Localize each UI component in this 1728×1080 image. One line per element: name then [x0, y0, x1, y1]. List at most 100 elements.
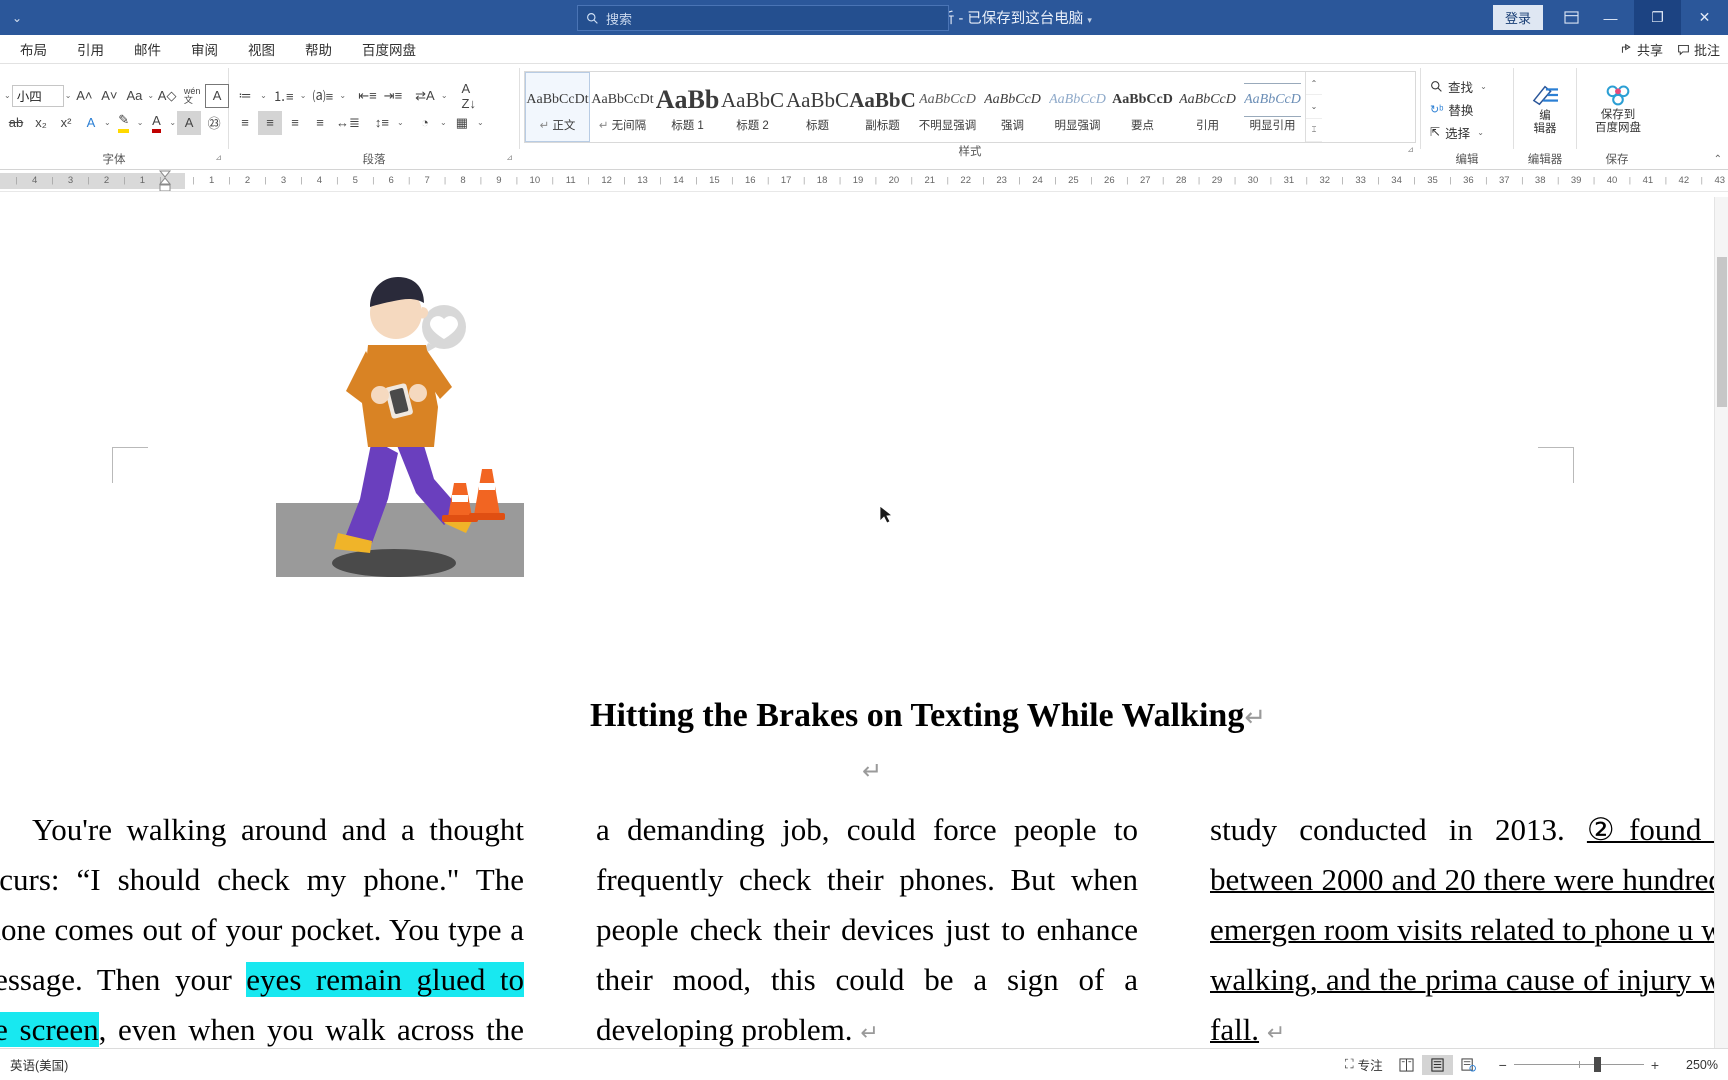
- font-color-caret-icon[interactable]: ⌄: [169, 118, 176, 127]
- paragraph[interactable]: a demanding job, could force people to f…: [596, 805, 1138, 1048]
- zoom-level-value[interactable]: 250%: [1674, 1058, 1718, 1072]
- line-spacing-caret-icon[interactable]: ⌄: [395, 118, 406, 127]
- change-case-caret-icon[interactable]: ⌄: [147, 91, 154, 100]
- tab-view[interactable]: 视图: [234, 35, 289, 63]
- character-shading-icon[interactable]: A: [177, 110, 202, 135]
- style-item-title[interactable]: AaBbC 标题: [785, 72, 850, 142]
- styles-scroll-up-icon[interactable]: ⌃: [1306, 72, 1322, 96]
- document-title[interactable]: Hitting the Brakes on Texting While Walk…: [590, 697, 1410, 735]
- font-size-caret-icon[interactable]: ⌄: [65, 91, 72, 100]
- font-color-icon[interactable]: A: [144, 111, 168, 135]
- indent-markers[interactable]: [157, 170, 173, 191]
- tab-references[interactable]: 引用: [63, 35, 118, 63]
- font-size-box[interactable]: 小四: [11, 84, 64, 107]
- close-button[interactable]: ✕: [1681, 0, 1728, 35]
- sort-icon[interactable]: A Z↓: [457, 81, 481, 111]
- enclose-characters-icon[interactable]: ㉓: [202, 111, 226, 135]
- text-column-3[interactable]: study conducted in 2013. ②found that bet…: [1210, 805, 1728, 1048]
- tab-mailings[interactable]: 邮件: [120, 35, 175, 63]
- shading-caret-icon[interactable]: ⌄: [438, 118, 449, 127]
- zoom-slider-thumb[interactable]: [1594, 1057, 1602, 1072]
- text-effects-icon[interactable]: A: [79, 111, 103, 135]
- styles-gallery-scrollbar[interactable]: ⌃ ⌄ ⌶: [1305, 72, 1322, 142]
- find-caret-icon[interactable]: ⌄: [1478, 82, 1489, 91]
- read-mode-button[interactable]: [1391, 1055, 1422, 1075]
- font-name-caret-icon[interactable]: ⌄: [4, 91, 11, 100]
- numbering-caret-icon[interactable]: ⌄: [298, 91, 309, 100]
- distributed-icon[interactable]: ↔≣: [333, 111, 363, 135]
- document-canvas[interactable]: Hitting the Brakes on Texting While Walk…: [0, 197, 1728, 1048]
- style-item-normal[interactable]: AaBbCcDt ↵ 正文: [525, 72, 590, 142]
- subscript-icon[interactable]: x₂: [29, 111, 53, 135]
- font-dialog-launcher-icon[interactable]: ⊿: [215, 149, 222, 167]
- restore-button[interactable]: ❐: [1634, 0, 1681, 35]
- style-item-intense-quote[interactable]: AaBbCcD 明显引用: [1240, 72, 1305, 142]
- vertical-scrollbar[interactable]: [1714, 197, 1728, 1048]
- style-item-strong[interactable]: AaBbCcD 要点: [1110, 72, 1175, 142]
- decrease-indent-icon[interactable]: ⇤≡: [355, 84, 379, 108]
- tab-help[interactable]: 帮助: [291, 35, 346, 63]
- tab-layout[interactable]: 布局: [6, 35, 61, 63]
- change-case-icon[interactable]: Aa: [122, 84, 146, 108]
- grow-font-icon[interactable]: A˄: [72, 84, 96, 108]
- increase-indent-icon[interactable]: ⇥≡: [381, 84, 405, 108]
- styles-dialog-launcher-icon[interactable]: ⊿: [1407, 141, 1414, 159]
- zoom-slider[interactable]: − +: [1492, 1057, 1666, 1073]
- bullets-caret-icon[interactable]: ⌄: [258, 91, 269, 100]
- phonetic-guide-icon[interactable]: wén 文: [180, 84, 204, 108]
- multilevel-list-icon[interactable]: ⒜≡: [310, 84, 337, 108]
- replace-button[interactable]: ↻ᵇ 替换: [1427, 99, 1509, 120]
- zoom-slider-track[interactable]: [1513, 1057, 1644, 1072]
- shading-icon[interactable]: ◔: [413, 111, 437, 135]
- highlight-caret-icon[interactable]: ⌄: [137, 118, 144, 127]
- quick-access-toolbar-icon[interactable]: ⌄: [0, 11, 34, 25]
- bullets-icon[interactable]: ≔: [233, 84, 257, 108]
- save-to-baidu-netdisk-button[interactable]: 保存到 百度网盘: [1581, 78, 1655, 140]
- style-item-heading-1[interactable]: AaBb 标题 1: [655, 72, 720, 142]
- asian-layout-icon[interactable]: ⇄A: [412, 84, 438, 108]
- align-right-icon[interactable]: ≡: [283, 111, 307, 135]
- style-item-subtitle[interactable]: AaBbC 副标题: [849, 72, 916, 142]
- style-item-no-spacing[interactable]: AaBbCcDt ↵ 无间隔: [590, 72, 655, 142]
- vertical-scrollbar-thumb[interactable]: [1717, 257, 1727, 407]
- document-page[interactable]: Hitting the Brakes on Texting While Walk…: [0, 197, 1728, 1048]
- text-column-2[interactable]: a demanding job, could force people to f…: [596, 805, 1138, 1048]
- collapse-ribbon-icon[interactable]: ⌃: [1714, 154, 1722, 165]
- paragraph[interactable]: study conducted in 2013. ②found that bet…: [1210, 805, 1728, 1048]
- minimize-button[interactable]: —: [1587, 0, 1634, 35]
- text-column-1[interactable]: You're walking around and a thought occu…: [0, 805, 524, 1048]
- style-item-emphasis[interactable]: AaBbCcD 强调: [980, 72, 1045, 142]
- find-button[interactable]: 查找 ⌄: [1427, 76, 1509, 97]
- character-border-icon[interactable]: A: [205, 83, 230, 108]
- tab-review[interactable]: 审阅: [177, 35, 232, 63]
- horizontal-ruler[interactable]: | 4 | 3 | 2 | 1 | | 1 | 2 | 3 | 4 | 5 | 6 | 7 | 8 | 9 | 10 | 11 | 12 | 13 |…: [0, 170, 1728, 192]
- illustration-man-texting-while-walking[interactable]: [276, 267, 524, 577]
- select-caret-icon[interactable]: ⌄: [1475, 128, 1486, 137]
- asian-layout-caret-icon[interactable]: ⌄: [439, 91, 450, 100]
- styles-more-icon[interactable]: ⌶: [1306, 119, 1322, 142]
- align-left-icon[interactable]: ≡: [233, 111, 257, 135]
- language-indicator[interactable]: 英语(美国): [10, 1055, 68, 1074]
- line-spacing-icon[interactable]: ↕≡: [370, 111, 394, 135]
- ribbon-display-options-icon[interactable]: [1555, 0, 1587, 35]
- print-layout-button[interactable]: [1421, 1054, 1453, 1075]
- comments-button[interactable]: 批注: [1677, 40, 1720, 59]
- style-item-intense-emphasis[interactable]: AaBbCcD 明显强调: [1045, 72, 1110, 142]
- styles-scroll-down-icon[interactable]: ⌄: [1306, 95, 1322, 119]
- align-center-icon[interactable]: ≡: [258, 110, 282, 135]
- clear-formatting-icon[interactable]: A◇: [155, 84, 179, 108]
- tab-baidu-netdisk[interactable]: 百度网盘: [348, 35, 430, 63]
- focus-mode-button[interactable]: ⛶ 专注: [1337, 1052, 1391, 1077]
- zoom-out-button[interactable]: −: [1492, 1057, 1514, 1073]
- multilevel-caret-icon[interactable]: ⌄: [337, 91, 348, 100]
- paragraph[interactable]: You're walking around and a thought occu…: [0, 805, 524, 1048]
- superscript-icon[interactable]: x²: [54, 111, 78, 135]
- shrink-font-icon[interactable]: A˅: [97, 84, 121, 108]
- numbering-icon[interactable]: ⒈≡: [270, 84, 297, 108]
- style-item-quote[interactable]: AaBbCcD 引用: [1175, 72, 1240, 142]
- text-effects-caret-icon[interactable]: ⌄: [104, 118, 111, 127]
- select-button[interactable]: ⇱ 选择 ⌄: [1427, 122, 1509, 143]
- justify-icon[interactable]: ≡: [308, 111, 332, 135]
- sign-in-button[interactable]: 登录: [1492, 5, 1543, 30]
- web-layout-button[interactable]: [1453, 1055, 1484, 1075]
